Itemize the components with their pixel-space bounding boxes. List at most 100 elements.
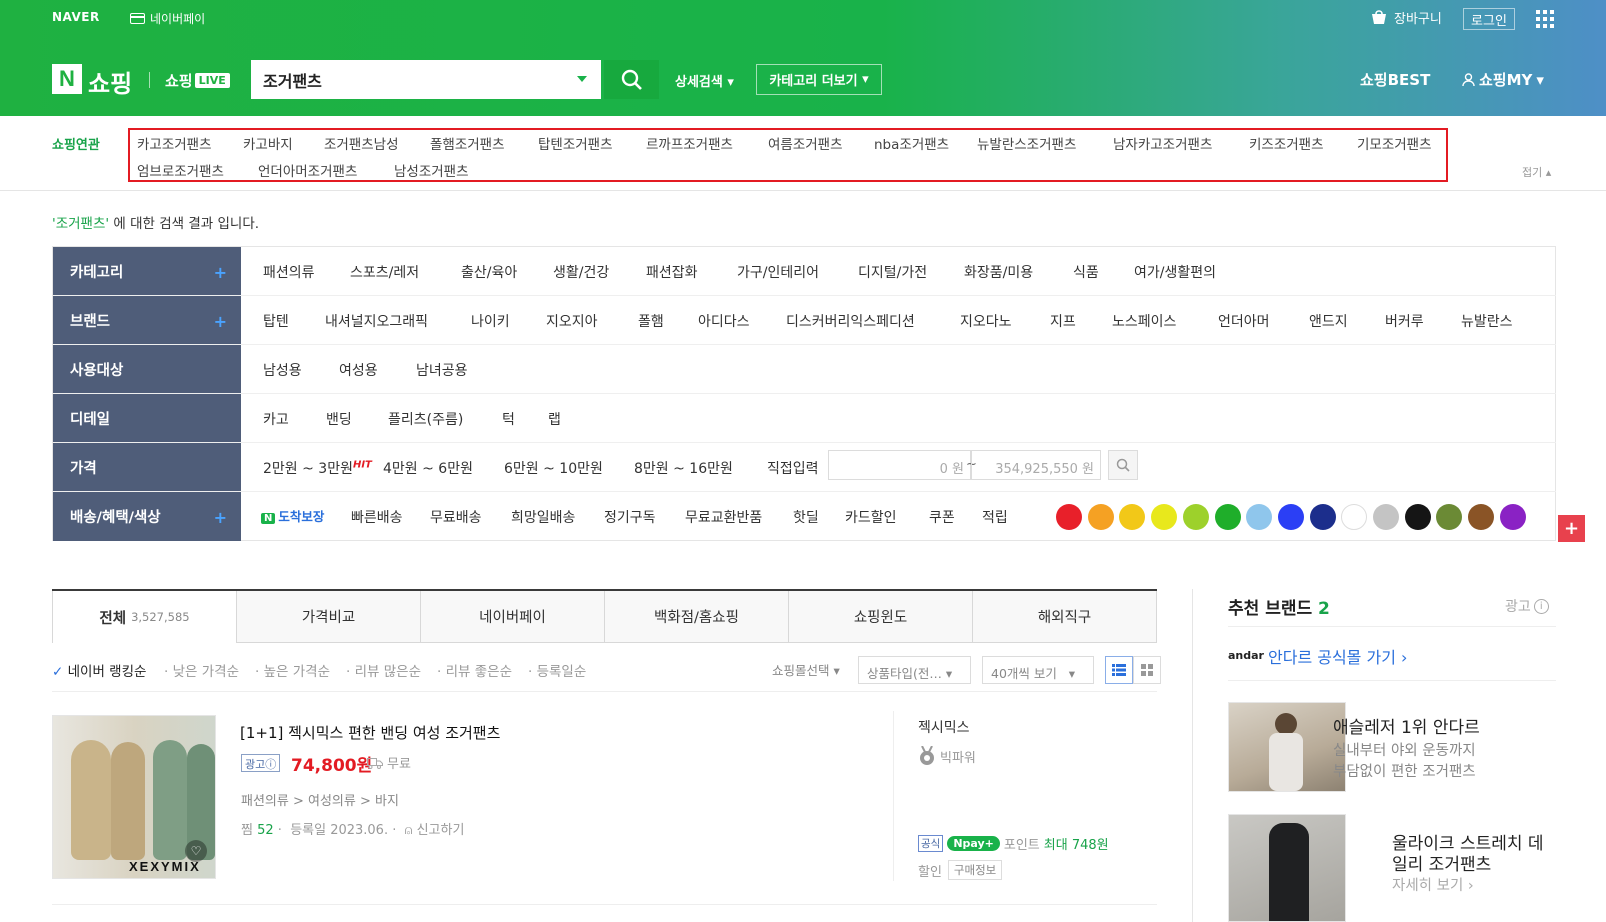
sidebar-ad-label[interactable]: 광고 i — [1505, 596, 1549, 616]
related-keyword[interactable]: 언더아머조거팬츠 — [258, 160, 357, 180]
filter-option[interactable]: 아디다스 — [698, 311, 750, 331]
product-type-select[interactable]: 상품타입(전… ▾ — [858, 656, 971, 684]
search-input[interactable] — [263, 70, 563, 89]
price-range-option[interactable]: 2만원 ~ 3만원HIT — [263, 458, 372, 478]
grid-view-button[interactable] — [1133, 656, 1161, 684]
brand-card-title[interactable]: 애슬레저 1위 안다르 — [1333, 713, 1480, 738]
color-swatch[interactable] — [1277, 504, 1304, 530]
related-keyword[interactable]: 남자카고조거팬츠 — [1113, 133, 1212, 153]
filter-option[interactable]: 플리츠(주름) — [388, 409, 463, 429]
filter-option[interactable]: 핫딜 — [793, 507, 819, 527]
naver-n-logo[interactable]: N — [52, 64, 82, 94]
arrival-guarantee-option[interactable]: N 도착보장 — [261, 506, 324, 525]
sort-ranking[interactable]: ✓ 네이버 랭킹순 — [52, 660, 146, 680]
color-swatch[interactable] — [1499, 504, 1526, 530]
price-range-option[interactable]: 4만원 ~ 6만원 — [383, 458, 473, 478]
filter-option[interactable]: 가구/인테리어 — [737, 262, 819, 282]
related-keyword[interactable]: 여름조거팬츠 — [768, 133, 843, 153]
color-swatch[interactable] — [1151, 504, 1178, 530]
related-keyword[interactable]: 엄브로조거팬츠 — [137, 160, 224, 180]
mall-name[interactable]: 젝시믹스 — [918, 717, 970, 737]
related-keyword[interactable]: 카고조거팬츠 — [137, 133, 212, 153]
color-swatch[interactable] — [1436, 504, 1463, 530]
tab-all[interactable]: 전체 3,527,585 — [52, 591, 237, 643]
price-range-option[interactable]: 6만원 ~ 10만원 — [504, 458, 603, 478]
category-path[interactable]: 패션의류 > 여성의류 > 바지 — [241, 790, 399, 809]
product-title[interactable]: [1+1] 젝시믹스 편한 밴딩 여성 조거팬츠 — [240, 722, 500, 743]
filter-header-brand[interactable]: 브랜드 + — [53, 296, 241, 344]
ad-badge[interactable]: 광고ⓘ — [241, 754, 281, 772]
related-keyword[interactable]: nba조거팬츠 — [874, 133, 949, 153]
filter-option[interactable]: 디스커버리익스페디션 — [786, 311, 915, 331]
detail-search-button[interactable]: 상세검색 ▾ — [675, 71, 734, 90]
filter-option[interactable]: 지프 — [1050, 311, 1076, 331]
color-swatch[interactable] — [1404, 504, 1431, 530]
filter-option[interactable]: 정기구독 — [604, 507, 656, 527]
apps-grid-icon[interactable] — [1536, 10, 1556, 28]
brand-card-more-link[interactable]: 자세히 보기 › — [1392, 876, 1474, 897]
tab-shopping-window[interactable]: 쇼핑윈도 — [789, 591, 973, 643]
filter-option[interactable]: 남성용 — [263, 360, 302, 380]
sort-recent[interactable]: · 등록일순 — [528, 660, 586, 680]
filter-option[interactable]: 나이키 — [471, 311, 510, 331]
filter-option[interactable]: 카고 — [263, 409, 289, 429]
price-range-option[interactable]: 8만원 ~ 16만원 — [634, 458, 733, 478]
brand-card-image[interactable] — [1228, 702, 1346, 792]
related-keyword[interactable]: 조거팬츠남성 — [324, 133, 399, 153]
filter-option[interactable]: 탑텐 — [263, 311, 289, 331]
filter-option[interactable]: 희망일배송 — [511, 507, 575, 527]
brand-card-title[interactable]: 일리 조거팬츠 — [1392, 850, 1491, 875]
filter-option[interactable]: 여성용 — [339, 360, 378, 380]
page-size-select[interactable]: 40개씩 보기 ▾ — [982, 656, 1094, 684]
filter-option[interactable]: 내셔널지오그래픽 — [325, 311, 428, 331]
related-keyword[interactable]: 탑텐조거팬츠 — [538, 133, 613, 153]
sort-good-reviews[interactable]: · 리뷰 좋은순 — [437, 660, 512, 680]
sort-low-price[interactable]: · 낮은 가격순 — [164, 660, 239, 680]
filter-option[interactable]: 디지털/가전 — [858, 262, 927, 282]
filter-option[interactable]: 출산/육아 — [461, 262, 517, 282]
filter-option[interactable]: 밴딩 — [326, 409, 352, 429]
filter-option[interactable]: 폴햄 — [638, 311, 664, 331]
filter-option[interactable]: 남녀공용 — [416, 360, 468, 380]
tab-overseas[interactable]: 해외직구 — [973, 591, 1157, 643]
filter-option[interactable]: 스포츠/레저 — [350, 262, 419, 282]
related-keyword[interactable]: 르까프조거팬츠 — [646, 133, 733, 153]
filter-option[interactable]: 여가/생활편의 — [1134, 262, 1216, 282]
mall-select[interactable]: 쇼핑몰선택 ▾ — [772, 660, 840, 679]
fold-button[interactable]: 접기 ▴ — [1522, 164, 1551, 180]
product-image[interactable]: ♡ XEXYMIX — [52, 715, 216, 879]
filter-option[interactable]: 지오다노 — [960, 311, 1012, 331]
sort-high-price[interactable]: · 높은 가격순 — [255, 660, 330, 680]
related-keyword[interactable]: 폴햄조거팬츠 — [430, 133, 505, 153]
related-keyword[interactable]: 카고바지 — [243, 133, 293, 153]
shopping-logo[interactable]: 쇼핑 — [88, 64, 132, 99]
search-button[interactable] — [604, 60, 659, 99]
related-keyword[interactable]: 남성조거팬츠 — [394, 160, 469, 180]
zzim-label[interactable]: 찜 — [241, 823, 253, 838]
filter-option[interactable]: 패션의류 — [263, 262, 315, 282]
andar-mall-link[interactable]: 안다르 공식몰 가기 › — [1268, 644, 1407, 668]
shopping-best-link[interactable]: 쇼핑BEST — [1360, 69, 1430, 90]
filter-option[interactable]: 무료배송 — [430, 507, 482, 527]
login-button[interactable]: 로그인 — [1463, 8, 1515, 30]
brand-card-image[interactable] — [1228, 814, 1346, 922]
filter-option[interactable]: 지오지아 — [546, 311, 598, 331]
filter-option[interactable]: 패션잡화 — [646, 262, 698, 282]
price-min-input[interactable]: 0 원 — [828, 450, 971, 480]
filter-option[interactable]: 뉴발란스 — [1461, 311, 1513, 331]
color-swatch[interactable] — [1341, 504, 1368, 530]
related-keyword[interactable]: 기모조거팬츠 — [1357, 133, 1432, 153]
color-swatch[interactable] — [1087, 504, 1114, 530]
filter-option[interactable]: 랩 — [548, 409, 561, 429]
plus-icon[interactable]: + — [214, 312, 227, 331]
expand-plus-button[interactable]: + — [1558, 515, 1585, 542]
filter-option[interactable]: 생활/건강 — [553, 262, 609, 282]
report-link[interactable]: ⍝ 신고하기 — [405, 823, 465, 838]
list-view-button[interactable] — [1105, 656, 1133, 684]
filter-option[interactable]: 식품 — [1073, 262, 1099, 282]
filter-option[interactable]: 화장품/미용 — [964, 262, 1033, 282]
filter-option[interactable]: 쿠폰 — [929, 507, 955, 527]
cart-link[interactable]: 장바구니 — [1370, 8, 1442, 27]
price-search-button[interactable] — [1108, 450, 1138, 480]
filter-option[interactable]: 앤드지 — [1309, 311, 1348, 331]
